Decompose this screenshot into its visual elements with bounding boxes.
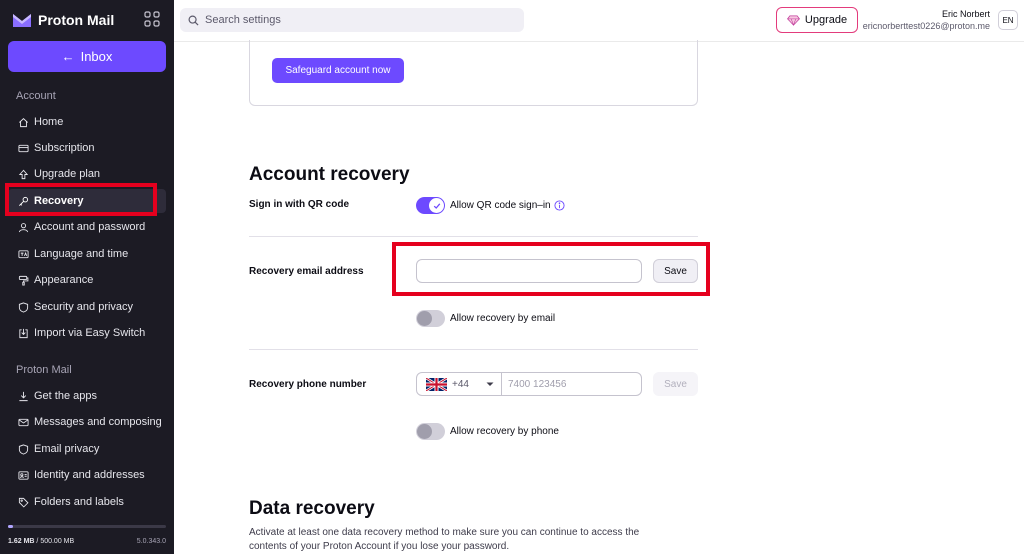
- user-menu[interactable]: Eric Norbert ericnorberttest0226@proton.…: [863, 9, 990, 31]
- storage-used: 1.62 MB: [8, 538, 35, 545]
- sidebar-item-label: Upgrade plan: [34, 168, 101, 180]
- section-divider: [249, 349, 698, 350]
- sidebar-item-folders-and-labels[interactable]: Folders and labels: [8, 490, 166, 514]
- account-recovery-title: Account recovery: [249, 164, 410, 185]
- save-recovery-phone-button[interactable]: Save: [653, 372, 698, 396]
- safeguard-account-button[interactable]: Safeguard account now: [272, 58, 404, 83]
- qr-sign-in-label: Sign in with QR code: [249, 199, 349, 210]
- sidebar-item-get-the-apps[interactable]: Get the apps: [8, 384, 166, 408]
- recovery-email-toggle[interactable]: [416, 310, 445, 327]
- brand-logo[interactable]: Proton Mail: [12, 8, 162, 32]
- language-selector-button[interactable]: EN: [998, 10, 1018, 30]
- id-card-icon: [18, 470, 29, 480]
- recovery-phone-label: Recovery phone number: [249, 379, 367, 390]
- data-recovery-title: Data recovery: [249, 498, 375, 519]
- sidebar-item-label: Home: [34, 116, 64, 128]
- qr-sign-in-toggle-label: Allow QR code sign–in: [450, 200, 565, 211]
- top-header: Search settings Upgrade Eric Norbert eri…: [174, 0, 1024, 42]
- recovery-phone-toggle-label: Allow recovery by phone: [450, 426, 559, 437]
- home-icon: [19, 117, 28, 127]
- brand-name: Proton Mail: [38, 12, 115, 28]
- proton-mail-logo-icon: [13, 14, 31, 27]
- sidebar-item-email-privacy[interactable]: Email privacy: [8, 437, 166, 461]
- sidebar-item-label: Language and time: [34, 248, 129, 260]
- arrow-left-icon: ←: [61, 49, 75, 64]
- storage-progress-fill: [8, 525, 13, 528]
- storage-total: 500.00 MB: [40, 538, 75, 545]
- download-icon: [19, 391, 28, 401]
- phone-number-placeholder: 7400 123456: [508, 378, 567, 390]
- sidebar-item-account-and-password[interactable]: Account and password: [8, 215, 166, 239]
- sidebar-item-label: Messages and composing: [34, 416, 162, 428]
- tag-icon: [18, 497, 29, 508]
- sidebar-item-security-and-privacy[interactable]: Security and privacy: [8, 295, 166, 319]
- recovery-email-label: Recovery email address: [249, 266, 364, 277]
- checkmark-icon: [433, 202, 440, 209]
- recovery-email-toggle-label: Allow recovery by email: [450, 313, 556, 324]
- sidebar-item-label: Appearance: [34, 274, 94, 286]
- sidebar-item-label: Folders and labels: [34, 496, 124, 508]
- sidebar-item-label: Import via Easy Switch: [34, 327, 146, 339]
- arrow-up-icon: [18, 169, 29, 179]
- inbox-button-label: Inbox: [80, 49, 113, 64]
- sidebar-item-subscription[interactable]: Subscription: [8, 136, 166, 160]
- sidebar-item-label: Identity and addresses: [34, 469, 145, 481]
- sidebar-item-label: Subscription: [34, 142, 95, 154]
- user-icon: [18, 222, 29, 232]
- search-settings-input[interactable]: Search settings: [180, 8, 524, 32]
- qr-sign-in-toggle[interactable]: [416, 197, 445, 214]
- highlight-box: [5, 183, 157, 216]
- info-icon[interactable]: [554, 200, 565, 211]
- import-icon: [19, 328, 28, 338]
- sidebar-item-identity-and-addresses[interactable]: Identity and addresses: [8, 463, 166, 487]
- sidebar-item-label: Email privacy: [34, 443, 100, 455]
- section-divider: [249, 236, 698, 237]
- section-title-account: Account: [16, 90, 56, 102]
- toggle-knob: [417, 424, 432, 439]
- user-email: ericnorberttest0226@proton.me: [862, 21, 990, 31]
- upgrade-button[interactable]: Upgrade: [776, 7, 858, 33]
- credit-card-icon: [18, 144, 29, 152]
- sidebar-item-label: Security and privacy: [34, 301, 134, 313]
- recovery-phone-input[interactable]: +44 7400 123456: [416, 372, 642, 396]
- section-title-proton-mail: Proton Mail: [16, 364, 72, 376]
- country-code: +44: [452, 378, 469, 390]
- app-grid-icon[interactable]: [144, 11, 160, 27]
- sidebar-item-language-and-time[interactable]: Language and time: [8, 242, 166, 266]
- toggle-knob: [429, 198, 444, 213]
- diamond-icon: [786, 15, 800, 26]
- search-placeholder: Search settings: [205, 14, 281, 26]
- sidebar-item-messages-and-composing[interactable]: Messages and composing: [8, 410, 166, 434]
- search-icon: [188, 15, 199, 26]
- sidebar-item-label: Get the apps: [34, 390, 97, 402]
- country-code-selector[interactable]: +44: [417, 373, 502, 395]
- data-recovery-description: Activate at least one data recovery meth…: [249, 527, 640, 552]
- sidebar-item-appearance[interactable]: Appearance: [8, 268, 166, 292]
- uk-flag-icon: [426, 377, 447, 391]
- app-version: 5.0.343.0: [136, 538, 166, 545]
- recovery-phone-toggle[interactable]: [416, 423, 445, 440]
- sidebar: Proton Mail ← Inbox Account Home Subscri…: [0, 0, 174, 554]
- envelope-pen-icon: [18, 418, 29, 426]
- shield-icon: [18, 301, 29, 313]
- shield-icon: [18, 443, 29, 455]
- sidebar-item-label: Account and password: [34, 221, 146, 233]
- paint-roller-icon: [18, 275, 29, 286]
- sidebar-item-home[interactable]: Home: [8, 110, 166, 134]
- back-to-inbox-button[interactable]: ← Inbox: [8, 41, 166, 72]
- sidebar-item-import-via-easy-switch[interactable]: Import via Easy Switch: [8, 321, 166, 345]
- user-name: Eric Norbert: [941, 9, 990, 19]
- highlight-box: [392, 242, 710, 296]
- storage-progress-bar: [8, 525, 166, 528]
- language-icon: [18, 249, 29, 258]
- qr-toggle-text: Allow QR code sign–in: [450, 200, 551, 212]
- upgrade-button-label: Upgrade: [804, 14, 848, 26]
- storage-usage-text: 1.62 MB / 500.00 MB: [8, 538, 74, 545]
- toggle-knob: [417, 311, 432, 326]
- chevron-down-icon: [486, 382, 494, 386]
